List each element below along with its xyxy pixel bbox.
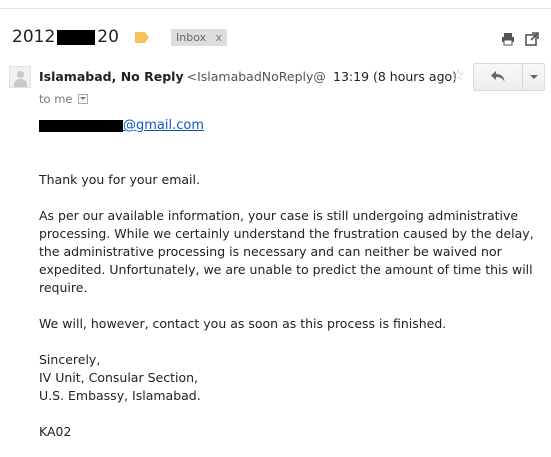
reply-icon bbox=[491, 71, 505, 82]
reply-button-group bbox=[473, 63, 545, 91]
body-signoff: Sincerely, bbox=[39, 352, 101, 367]
redaction-bar bbox=[57, 29, 96, 45]
print-icon[interactable] bbox=[501, 31, 515, 46]
chevron-down-icon bbox=[530, 75, 538, 79]
subject-prefix: 2012 bbox=[12, 27, 56, 47]
details-dropdown-icon[interactable] bbox=[78, 94, 89, 104]
more-options-button[interactable] bbox=[523, 64, 544, 90]
reference-code: KA02 bbox=[39, 424, 72, 439]
inbox-label-chip[interactable]: Inbox x bbox=[171, 29, 227, 46]
redaction-bar bbox=[39, 119, 123, 132]
new-window-icon[interactable] bbox=[525, 31, 539, 46]
to-me-label: to me bbox=[39, 92, 73, 106]
avatar-icon bbox=[9, 66, 31, 88]
inbox-label-text: Inbox bbox=[176, 31, 207, 44]
sender-email: <IslamabadNoReply@ bbox=[186, 69, 326, 84]
email-subject: 2012 20 bbox=[12, 27, 119, 47]
message-body: Thank you for your email. As per our ava… bbox=[39, 171, 539, 441]
sender-line: Islamabad, No Reply <IslamabadNoReply@ bbox=[39, 69, 326, 84]
body-paragraph-2: We will, however, contact you as soon as… bbox=[39, 316, 447, 331]
reply-button[interactable] bbox=[474, 64, 523, 90]
signature-line-1: IV Unit, Consular Section, bbox=[39, 370, 198, 385]
recipient-summary: to me bbox=[39, 92, 89, 106]
label-tag-icon[interactable] bbox=[135, 32, 149, 43]
body-greeting: Thank you for your email. bbox=[39, 172, 200, 187]
recipient-email-link[interactable]: @gmail.com bbox=[39, 118, 204, 133]
sender-name[interactable]: Islamabad, No Reply bbox=[39, 69, 184, 84]
top-divider bbox=[0, 8, 551, 9]
signature-line-2: U.S. Embassy, Islamabad. bbox=[39, 388, 201, 403]
subject-suffix: 20 bbox=[97, 27, 119, 47]
remove-label-icon[interactable]: x bbox=[215, 29, 222, 46]
body-paragraph-1: As per our available information, your c… bbox=[39, 208, 534, 295]
star-icon[interactable]: ☆ bbox=[451, 65, 465, 84]
recipient-domain: @gmail.com bbox=[123, 118, 205, 133]
message-timestamp: 13:19 (8 hours ago) bbox=[333, 69, 458, 84]
